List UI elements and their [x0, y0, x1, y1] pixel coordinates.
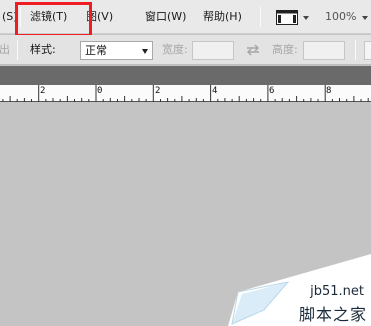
width-label: 宽度:	[162, 43, 188, 56]
screen-mode-icon[interactable]	[276, 10, 298, 25]
style-select[interactable]: 正常	[80, 41, 153, 60]
style-label: 样式:	[30, 43, 56, 56]
horizontal-ruler[interactable]: 2 0 2 4 6 8	[0, 85, 371, 102]
menu-item-window[interactable]: 窗口(W)	[145, 0, 186, 34]
cut-label: 出	[0, 43, 10, 56]
dropdown-arrow-icon[interactable]	[303, 16, 309, 20]
menu-item-view[interactable]: 视图(V)	[87, 0, 130, 34]
watermark-url: jb51.net	[310, 284, 364, 299]
style-select-value: 正常	[85, 44, 107, 57]
menu-bar: (S) 滤镜(T) 视图(V) 窗口(W) 帮助(H) 100%	[0, 0, 371, 37]
menu-separator	[260, 7, 261, 27]
ruler-ticks	[2, 85, 369, 102]
ruler-label: 2	[40, 86, 46, 96]
ruler-label: 0	[97, 86, 103, 96]
document-tab-strip	[0, 66, 371, 85]
options-separator	[355, 40, 356, 60]
options-separator	[17, 40, 18, 60]
watermark-name: 脚本之家	[298, 305, 367, 324]
swap-arrows-icon[interactable]	[246, 44, 260, 56]
ruler-label: 2	[155, 86, 161, 96]
refine-edge-button[interactable]	[364, 41, 371, 60]
width-field[interactable]	[192, 41, 234, 60]
ruler-label: 4	[212, 86, 218, 96]
menu-item-help[interactable]: 帮助(H)	[203, 0, 242, 34]
chevron-down-icon	[142, 49, 148, 54]
height-field[interactable]	[303, 41, 345, 60]
options-bar: 出 样式: 正常 宽度: 高度:	[0, 35, 371, 65]
ruler-label: 8	[326, 86, 332, 96]
zoom-dropdown-arrow-icon[interactable]	[362, 16, 368, 20]
zoom-level[interactable]: 100%	[325, 0, 356, 34]
height-label: 高度:	[272, 43, 298, 56]
highlight-box	[15, 2, 92, 37]
ruler-label: 6	[269, 86, 275, 96]
